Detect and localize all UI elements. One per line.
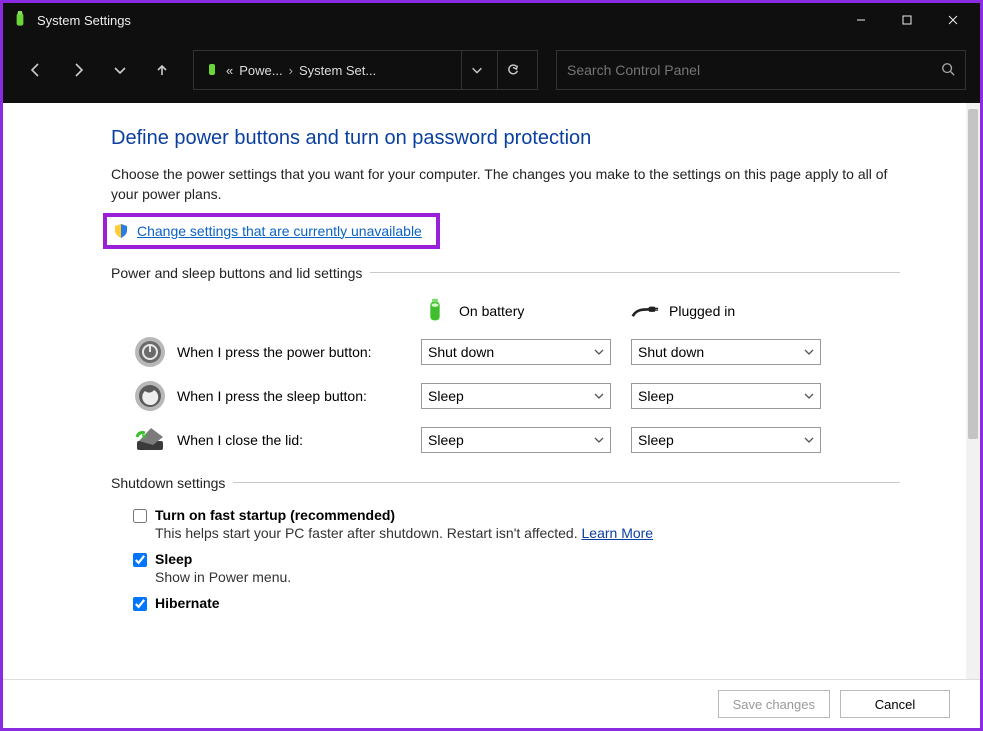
shutdown-settings-legend: Shutdown settings <box>111 475 233 491</box>
app-icon <box>11 11 29 29</box>
setting-row-close-lid: When I close the lid: Sleep Sleep <box>111 423 900 457</box>
plug-icon <box>631 297 659 325</box>
setting-row-sleep-button: When I press the sleep button: Sleep Sle… <box>111 379 900 413</box>
search-box[interactable] <box>556 50 966 90</box>
breadcrumb-dropdown-button[interactable] <box>461 50 491 90</box>
breadcrumb[interactable]: « Powe... › System Set... <box>193 50 538 90</box>
cancel-button[interactable]: Cancel <box>840 690 950 718</box>
close-lid-battery-select[interactable]: Sleep <box>421 427 611 453</box>
setting-row-power-button: When I press the power button: Shut down… <box>111 335 900 369</box>
sleep-button-plugged-select[interactable]: Sleep <box>631 383 821 409</box>
minimize-button[interactable] <box>838 5 884 35</box>
fast-startup-row: Turn on fast startup (recommended) This … <box>133 507 900 541</box>
plugged-in-header: Plugged in <box>631 297 841 325</box>
shield-icon <box>113 223 129 239</box>
page-description: Choose the power settings that you want … <box>111 164 900 205</box>
sleep-button-icon <box>133 379 167 413</box>
footer: Save changes Cancel <box>3 679 980 728</box>
battery-icon <box>421 297 449 325</box>
page-heading: Define power buttons and turn on passwor… <box>111 127 900 150</box>
chevron-right-icon: › <box>289 63 293 78</box>
power-buttons-fieldset: Power and sleep buttons and lid settings… <box>111 265 900 467</box>
close-lid-plugged-select[interactable]: Sleep <box>631 427 821 453</box>
breadcrumb-part1[interactable]: Powe... <box>239 63 282 78</box>
scrollbar[interactable] <box>966 103 980 680</box>
hibernate-row: Hibernate <box>133 595 900 611</box>
sleep-checkbox[interactable] <box>133 553 147 567</box>
close-button[interactable] <box>930 5 976 35</box>
power-buttons-legend: Power and sleep buttons and lid settings <box>111 265 370 281</box>
breadcrumb-part2[interactable]: System Set... <box>299 63 376 78</box>
search-input[interactable] <box>567 62 955 78</box>
back-button[interactable] <box>17 50 55 90</box>
sleep-button-battery-select[interactable]: Sleep <box>421 383 611 409</box>
refresh-button[interactable] <box>497 50 527 90</box>
window-title: System Settings <box>37 13 131 28</box>
maximize-button[interactable] <box>884 5 930 35</box>
search-icon <box>941 62 955 79</box>
up-button[interactable] <box>143 50 181 90</box>
title-bar: System Settings <box>3 3 980 37</box>
breadcrumb-abbrev: « <box>226 63 233 78</box>
change-settings-highlight: Change settings that are currently unava… <box>103 213 440 249</box>
save-changes-button[interactable]: Save changes <box>718 690 830 718</box>
sleep-row: Sleep Show in Power menu. <box>133 551 900 585</box>
power-button-plugged-select[interactable]: Shut down <box>631 339 821 365</box>
shutdown-settings-fieldset: Shutdown settings Turn on fast startup (… <box>111 475 900 611</box>
nav-toolbar: « Powe... › System Set... <box>3 37 980 103</box>
recent-dropdown-button[interactable] <box>101 50 139 90</box>
forward-button[interactable] <box>59 50 97 90</box>
on-battery-header: On battery <box>421 297 631 325</box>
breadcrumb-icon <box>204 62 220 78</box>
hibernate-checkbox[interactable] <box>133 597 147 611</box>
laptop-lid-icon <box>133 423 167 457</box>
scrollbar-thumb[interactable] <box>968 109 978 439</box>
power-button-icon <box>133 335 167 369</box>
power-button-battery-select[interactable]: Shut down <box>421 339 611 365</box>
fast-startup-checkbox[interactable] <box>133 509 147 523</box>
change-settings-link[interactable]: Change settings that are currently unava… <box>137 223 422 239</box>
learn-more-link[interactable]: Learn More <box>582 525 654 541</box>
